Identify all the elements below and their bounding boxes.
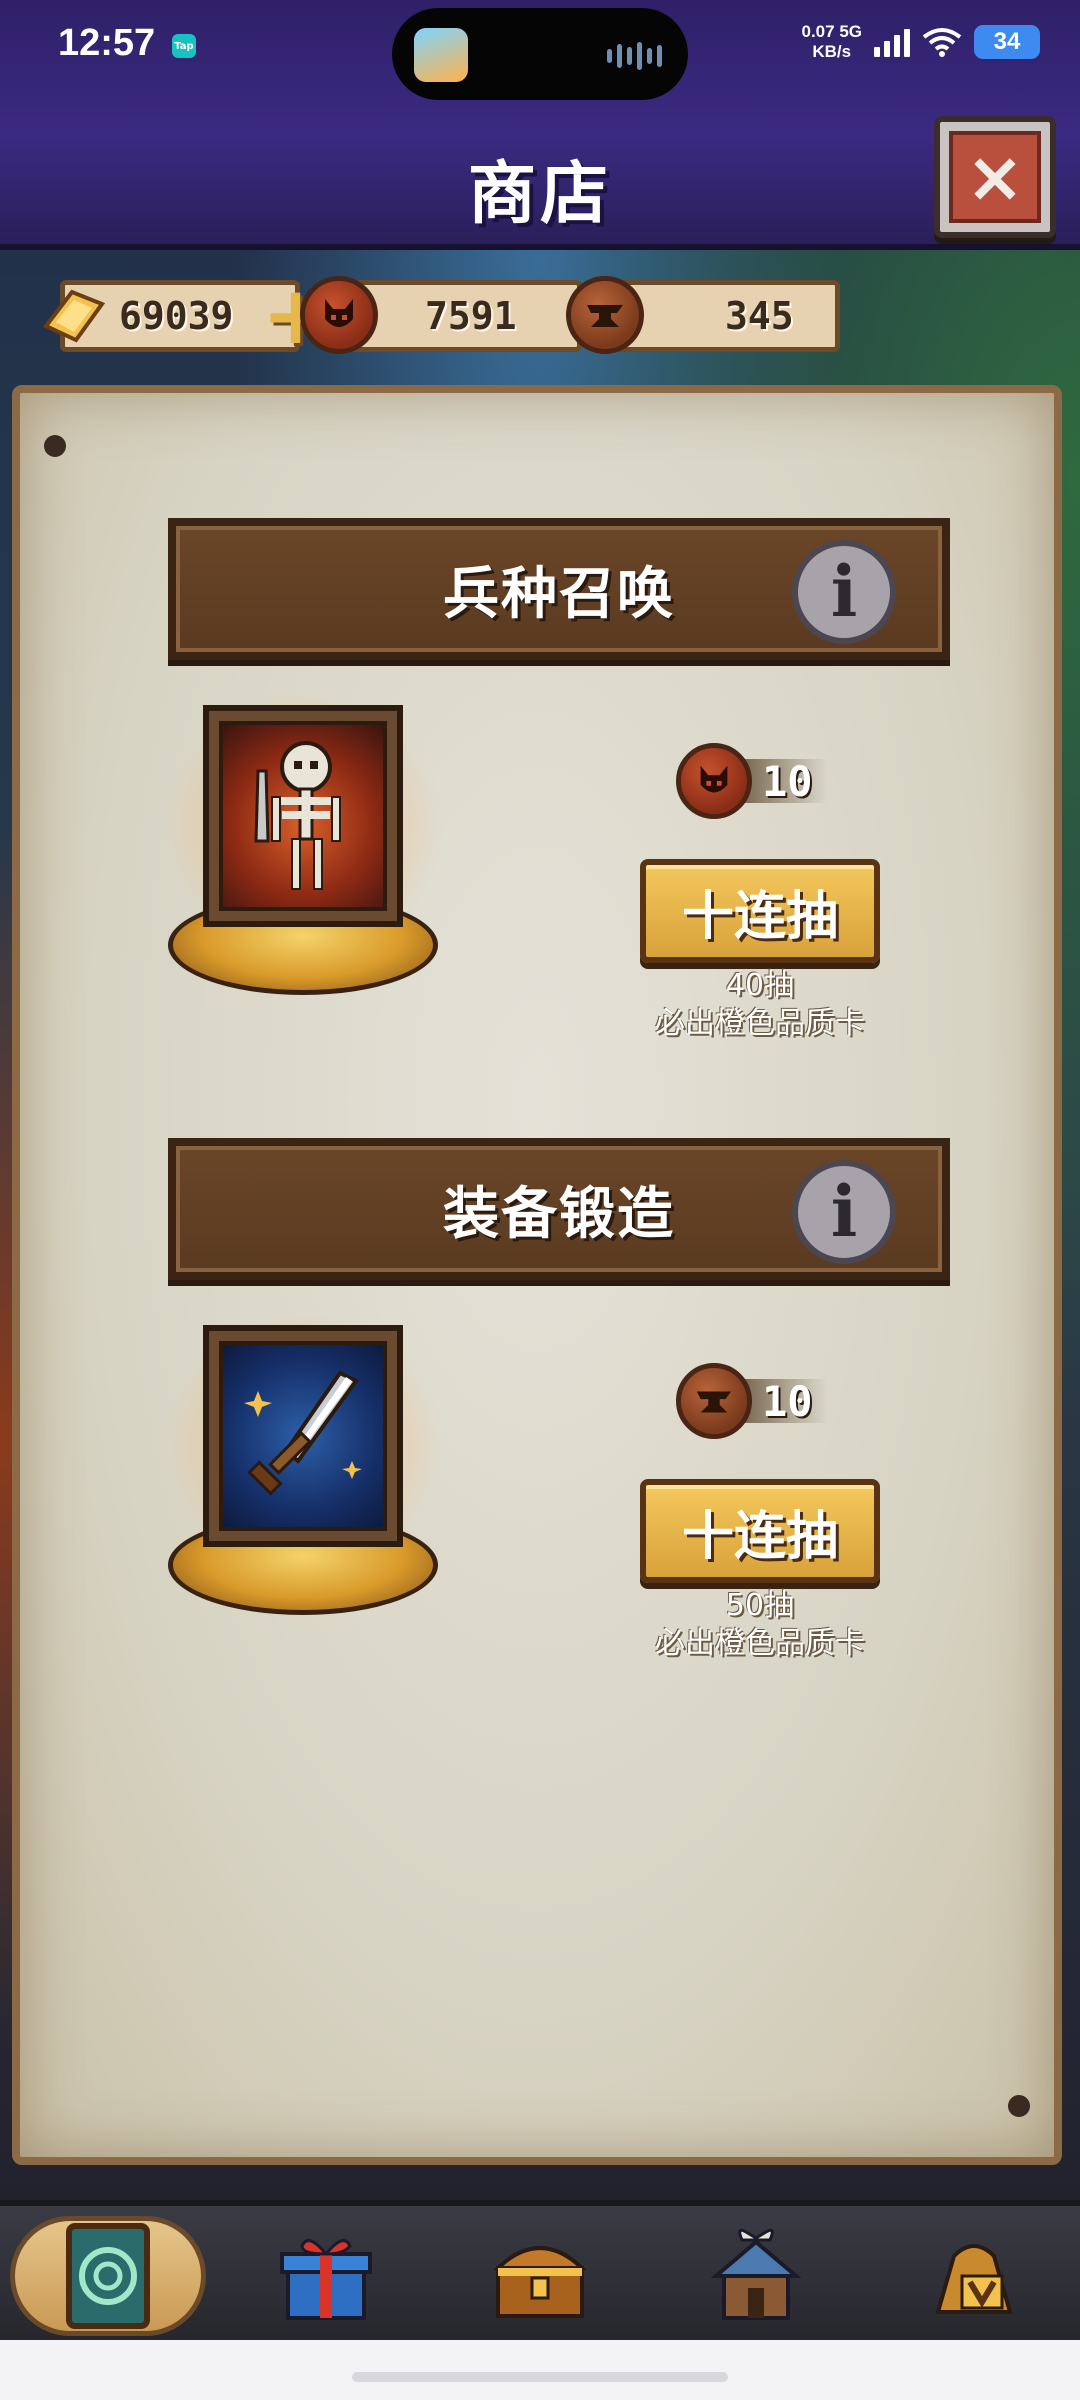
anvil-coin-icon bbox=[676, 1363, 752, 1439]
tap-app-badge-icon: Tap bbox=[172, 34, 196, 58]
info-button[interactable]: i bbox=[792, 540, 896, 644]
vip-bag-icon bbox=[935, 2244, 1013, 2314]
audio-wave-icon bbox=[607, 42, 662, 70]
cost-value: 10 bbox=[762, 756, 813, 806]
anvil-token-value: 345 bbox=[725, 294, 794, 338]
sword-icon bbox=[219, 1341, 387, 1531]
battery-icon: 34 bbox=[974, 25, 1040, 59]
cost-bar: 10 bbox=[744, 756, 827, 806]
cost-bar: 10 bbox=[744, 1376, 827, 1426]
nav-cards[interactable] bbox=[10, 2216, 206, 2336]
home-indicator[interactable] bbox=[352, 2372, 728, 2382]
equipment-card-display bbox=[138, 1315, 468, 1635]
gold-bar-icon bbox=[42, 289, 106, 343]
treasure-chest-icon bbox=[492, 2246, 588, 2318]
status-indicators: 0.07 5G KB/s 34 bbox=[801, 22, 1040, 62]
section-banner-unit-summon: 兵种召唤 i bbox=[168, 518, 950, 660]
section-banner-equipment-forge: 装备锻造 i bbox=[168, 1138, 950, 1280]
gift-box-icon bbox=[280, 2239, 372, 2320]
cost-value: 10 bbox=[762, 1376, 813, 1426]
pin-icon bbox=[44, 435, 66, 457]
forge-cost: 10 bbox=[676, 1363, 827, 1439]
wifi-icon bbox=[922, 28, 962, 57]
close-button[interactable]: × bbox=[934, 116, 1056, 238]
info-button[interactable]: i bbox=[792, 1160, 896, 1264]
barracks-icon bbox=[710, 2228, 802, 2320]
bottom-nav bbox=[0, 2200, 1080, 2340]
status-time: 12:57 bbox=[58, 22, 156, 64]
nav-vip[interactable] bbox=[904, 2216, 1044, 2336]
ten-draw-button-forge[interactable]: 十连抽 bbox=[640, 1479, 880, 1583]
close-icon: × bbox=[949, 131, 1041, 223]
demon-coin-icon bbox=[300, 276, 378, 354]
summon-cost: 10 bbox=[676, 743, 827, 819]
page-title: 商店 bbox=[467, 155, 612, 234]
demon-coin-icon bbox=[676, 743, 752, 819]
dynamic-island bbox=[392, 8, 688, 100]
draw-button-label: 十连抽 bbox=[681, 886, 838, 947]
nav-treasure[interactable] bbox=[470, 2216, 610, 2336]
card-frame bbox=[203, 1325, 403, 1547]
gold-value: 69039 bbox=[119, 294, 234, 338]
nav-base[interactable] bbox=[686, 2216, 826, 2336]
ten-draw-button-summon[interactable]: 十连抽 bbox=[640, 859, 880, 963]
skeleton-warrior-icon bbox=[219, 721, 387, 911]
network-speed: 0.07 5G KB/s bbox=[801, 22, 862, 61]
demon-token-value: 7591 bbox=[425, 294, 517, 338]
card-frame bbox=[203, 705, 403, 927]
currency-bar: 69039 + 7591 345 bbox=[30, 272, 840, 360]
nav-gifts[interactable] bbox=[256, 2216, 396, 2336]
island-app-icon bbox=[414, 28, 468, 82]
system-gesture-area bbox=[0, 2340, 1080, 2400]
header: 12:57 Tap 0.07 5G KB/s 34 商店 × bbox=[0, 0, 1080, 250]
section-title: 兵种召唤 bbox=[443, 561, 675, 627]
section-title: 装备锻造 bbox=[443, 1181, 675, 1247]
pin-icon bbox=[1008, 2095, 1030, 2117]
pity-note: 50抽 必出橙色品质卡 bbox=[655, 1588, 865, 1661]
anvil-coin-icon bbox=[566, 276, 644, 354]
unit-card-display bbox=[138, 695, 468, 1015]
pity-note: 40抽 必出橙色品质卡 bbox=[655, 968, 865, 1041]
draw-button-label: 十连抽 bbox=[681, 1506, 838, 1567]
signal-icon bbox=[874, 27, 910, 57]
shop-panel: 兵种召唤 i 10 十连抽 40抽 必出橙色品质卡 装备锻造 i 10 十连抽 … bbox=[12, 385, 1062, 2165]
card-deck-icon bbox=[66, 2223, 150, 2329]
